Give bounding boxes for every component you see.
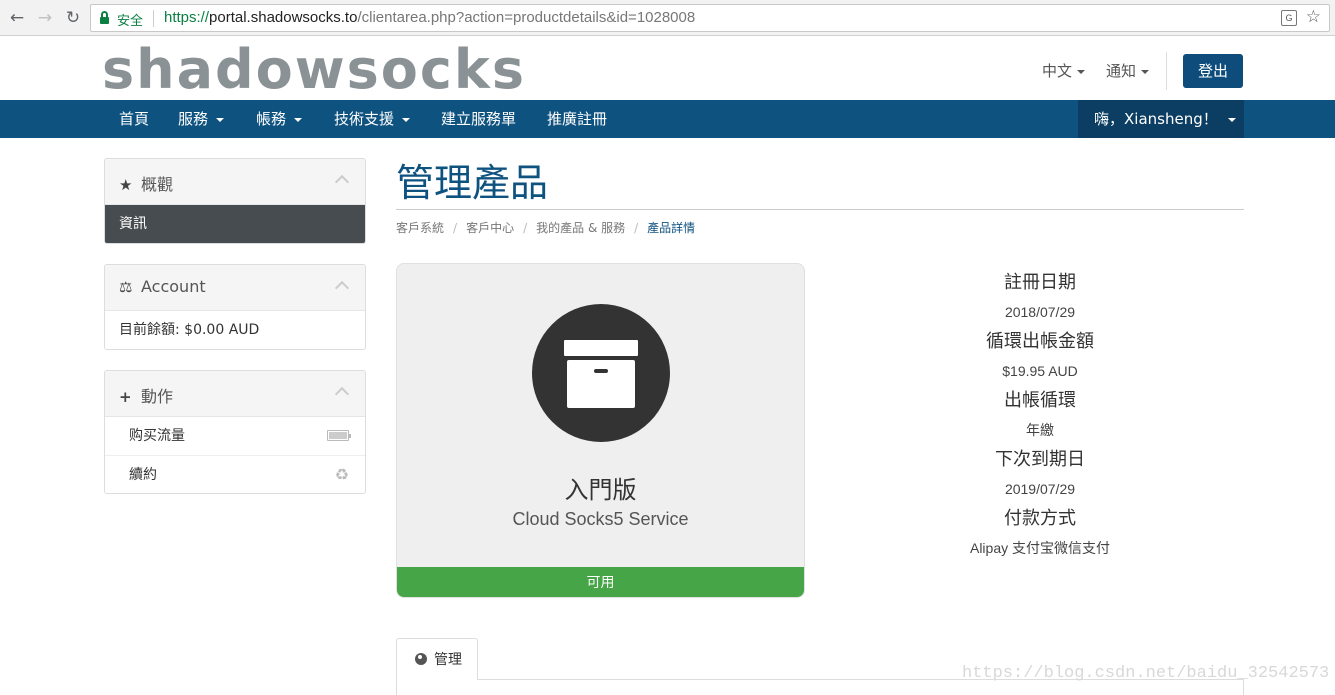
archive-box-icon: [532, 304, 670, 442]
account-panel-header[interactable]: ⚖ Account: [105, 265, 365, 311]
account-panel: ⚖ Account 目前餘額: $0.00 AUD: [104, 264, 366, 350]
address-divider: [153, 10, 154, 27]
product-card: 入門版 Cloud Socks5 Service 可用: [396, 263, 805, 598]
recycle-icon: ♻: [334, 465, 349, 484]
account-title: Account: [141, 277, 206, 296]
chevron-up-icon[interactable]: [334, 280, 350, 296]
overview-panel: ★ 概觀 資訊: [104, 158, 366, 244]
reload-icon[interactable]: ↻: [62, 7, 84, 29]
product-details: 註冊日期 2018/07/29 循環出帳金額 $19.95 AUD 出帳循環 年…: [880, 268, 1200, 563]
detail-label: 註冊日期: [1004, 272, 1076, 293]
product-group: Cloud Socks5 Service: [512, 509, 689, 529]
title-divider: [396, 209, 1244, 210]
breadcrumb-item[interactable]: 客戶中心: [466, 221, 514, 235]
nav-affiliates[interactable]: 推廣註冊: [547, 100, 607, 138]
caret-down-icon: [1227, 117, 1236, 122]
caret-down-icon: [216, 117, 225, 122]
lock-icon: [100, 11, 109, 25]
status-badge: 可用: [397, 567, 804, 597]
overview-title: 概觀: [141, 175, 174, 194]
detail-label: 下次到期日: [995, 449, 1085, 470]
chevron-up-icon[interactable]: [334, 386, 350, 402]
globe-icon: [415, 653, 427, 665]
nav-support[interactable]: 技術支援: [334, 100, 411, 138]
nav-billing[interactable]: 帳務: [256, 100, 303, 138]
sidebar-item-buy-traffic[interactable]: 购买流量: [105, 417, 365, 455]
sidebar-item-renew[interactable]: 續約 ♻: [105, 455, 365, 493]
page-title: 管理產品: [396, 161, 549, 205]
nav-services[interactable]: 服務: [178, 100, 225, 138]
actions-title: 動作: [141, 387, 174, 406]
back-arrow-icon[interactable]: ←: [6, 7, 28, 29]
language-dropdown[interactable]: 中文: [1042, 60, 1086, 81]
nav-open-ticket[interactable]: 建立服務單: [441, 100, 516, 138]
tab-manage[interactable]: 管理: [396, 638, 478, 680]
sidebar-item-information[interactable]: 資訊: [105, 205, 365, 243]
translate-icon[interactable]: G: [1281, 10, 1297, 26]
detail-label: 付款方式: [1004, 508, 1076, 529]
tab-pane-border: [396, 680, 397, 695]
battery-icon: [327, 430, 351, 441]
chevron-up-icon[interactable]: [334, 174, 350, 190]
breadcrumb-item[interactable]: 我的產品 & 服務: [536, 221, 625, 235]
address-bar[interactable]: 安全 https://portal.shadowsocks.to/clienta…: [90, 4, 1330, 32]
detail-value: $19.95 AUD: [1002, 363, 1078, 379]
plus-icon: +: [119, 388, 132, 406]
detail-label: 循環出帳金額: [986, 331, 1094, 352]
actions-panel-header[interactable]: + 動作: [105, 371, 365, 417]
url-text[interactable]: https://portal.shadowsocks.to/clientarea…: [164, 9, 695, 26]
secure-label: 安全: [117, 13, 144, 28]
watermark: https://blog.csdn.net/baidu_32542573: [962, 664, 1330, 683]
balance-scale-icon: ⚖: [119, 278, 133, 296]
breadcrumb: 客戶系統 / 客戶中心 / 我的產品 & 服務 / 產品詳情: [396, 221, 696, 235]
site-logo[interactable]: shadowsocks: [102, 40, 526, 100]
star-icon: ★: [119, 176, 133, 194]
breadcrumb-current: 產品詳情: [647, 221, 696, 235]
product-name: 入門版: [564, 476, 637, 504]
caret-down-icon: [294, 117, 303, 122]
detail-value: 2018/07/29: [1004, 304, 1076, 320]
detail-value: 年繳: [1026, 422, 1054, 438]
logout-button[interactable]: 登出: [1183, 54, 1243, 88]
user-menu[interactable]: 嗨，Xiansheng！: [1078, 100, 1244, 138]
browser-toolbar: ← → ↻ 安全 https://portal.shadowsocks.to/c…: [0, 0, 1335, 36]
notifications-dropdown[interactable]: 通知: [1106, 60, 1150, 81]
header-divider: [1166, 52, 1167, 90]
caret-down-icon: [1077, 69, 1086, 74]
bookmark-star-icon[interactable]: ☆: [1306, 7, 1321, 27]
detail-label: 出帳循環: [1004, 390, 1076, 411]
breadcrumb-item[interactable]: 客戶系統: [396, 221, 444, 235]
account-balance: 目前餘額: $0.00 AUD: [119, 322, 260, 338]
detail-value: Alipay 支付宝微信支付: [969, 540, 1111, 556]
overview-panel-header[interactable]: ★ 概觀: [105, 159, 365, 205]
actions-panel: + 動作 购买流量 續約 ♻: [104, 370, 366, 494]
caret-down-icon: [1141, 69, 1150, 74]
main-navbar: 首頁 服務 帳務 技術支援 建立服務單 推廣註冊 嗨，Xiansheng！: [0, 100, 1335, 138]
detail-value: 2019/07/29: [1004, 481, 1076, 497]
forward-arrow-icon[interactable]: →: [34, 7, 56, 29]
caret-down-icon: [402, 117, 411, 122]
nav-home[interactable]: 首頁: [119, 100, 149, 138]
